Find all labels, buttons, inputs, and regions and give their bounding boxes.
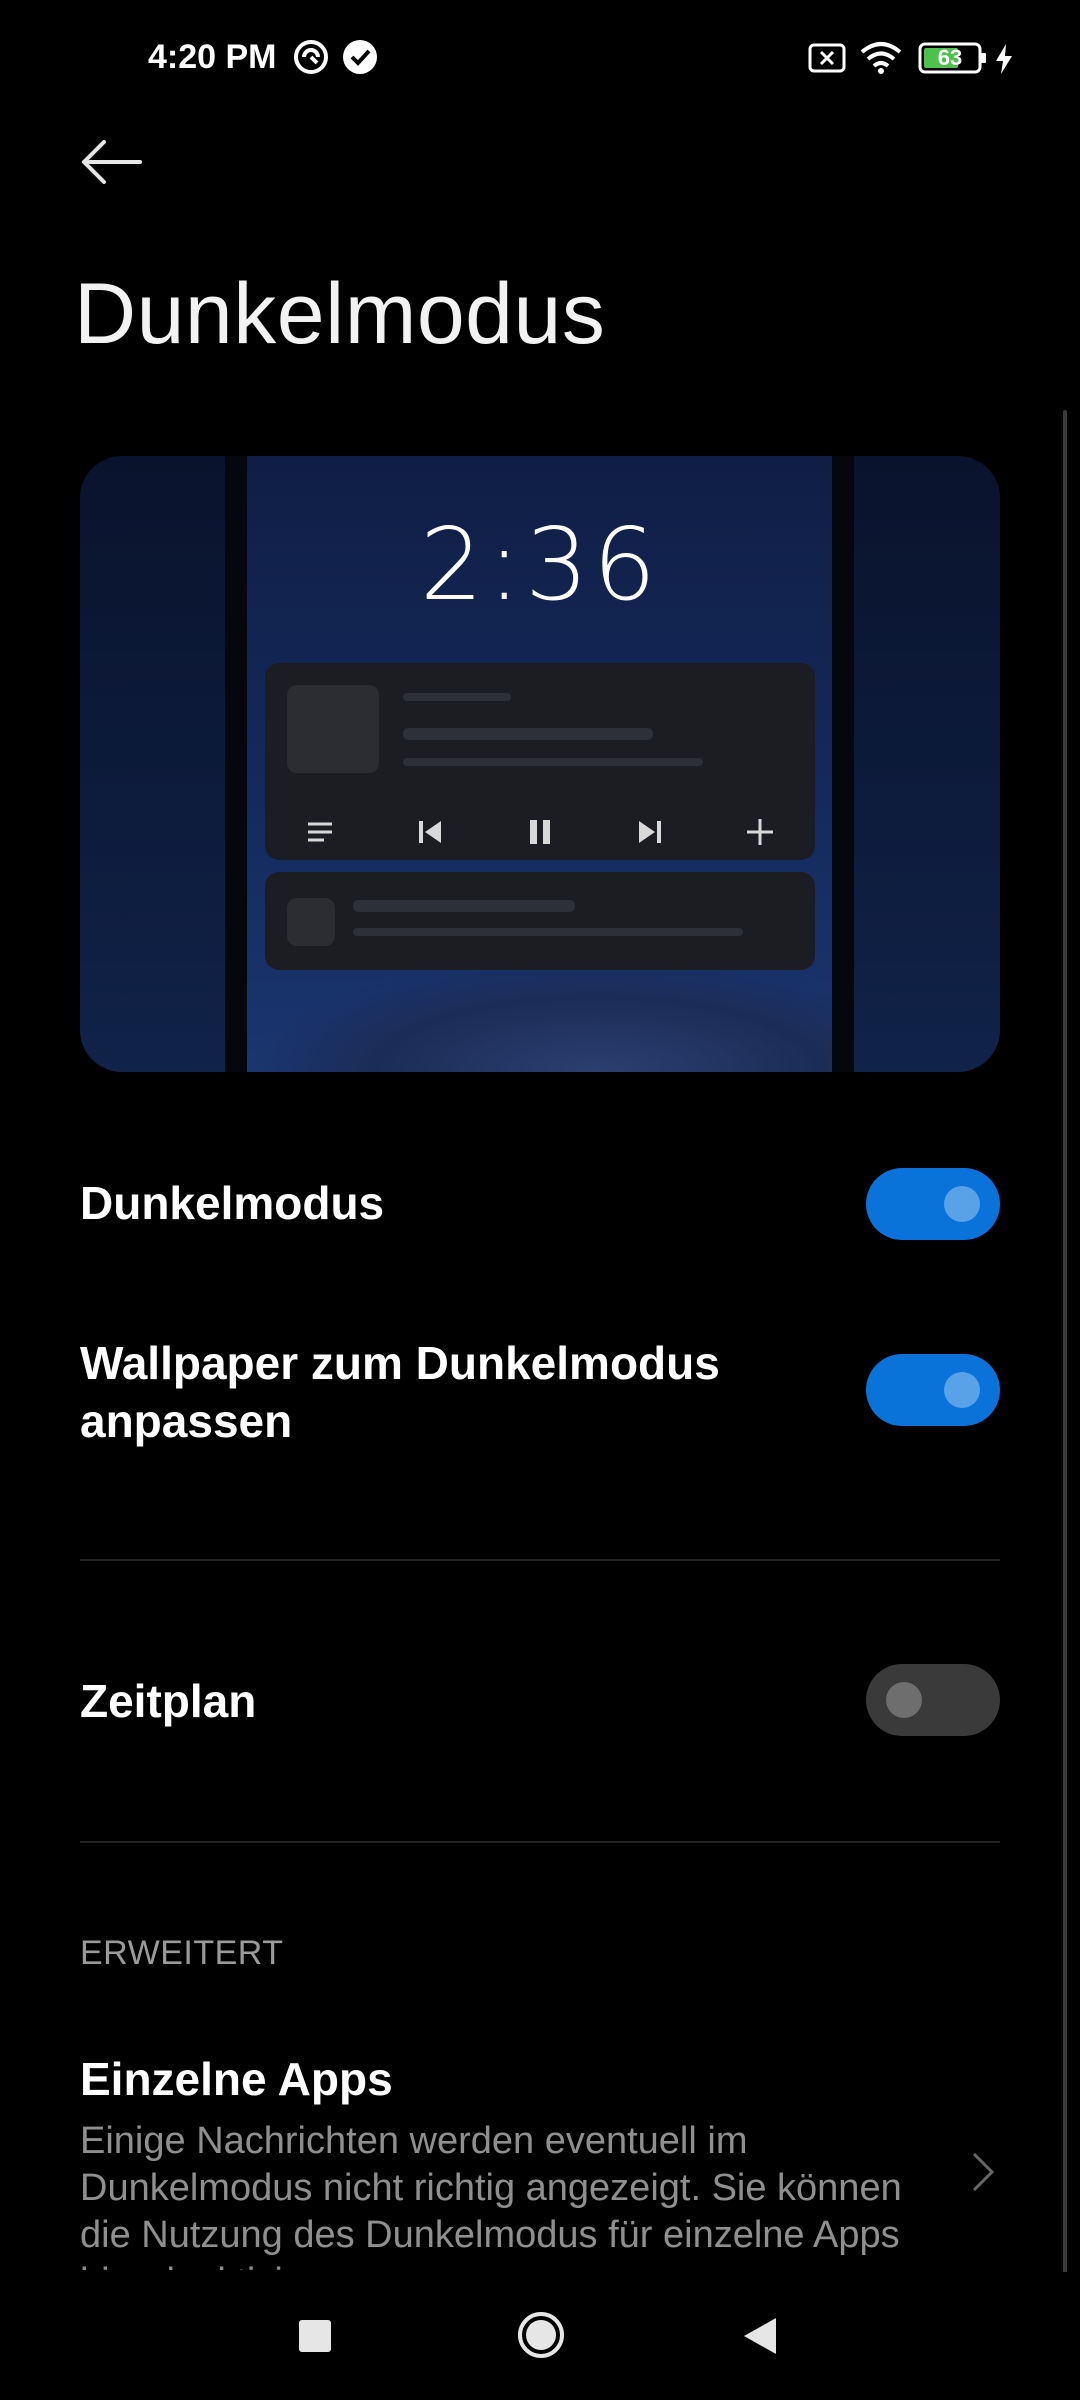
- preview-text-line: [353, 928, 743, 936]
- individual-apps-description: Einige Nachrichten werden eventuell im D…: [80, 2120, 902, 2270]
- schedule-label: Zeitplan: [80, 1675, 257, 1727]
- charging-bolt-icon: [994, 44, 1014, 79]
- preview-text-line: [403, 728, 653, 740]
- preview-text-line: [403, 758, 703, 766]
- previous-icon: [410, 812, 450, 852]
- preview-wallpaper: [247, 956, 832, 1072]
- back-triangle-icon[interactable]: [742, 2316, 778, 2361]
- divider: [80, 1841, 1000, 1843]
- screen: 4:20 PM 63 Dunkelmodus 2:36 Dunkelmodus …: [0, 0, 1080, 2400]
- dark-mode-toggle[interactable]: [866, 1168, 1000, 1240]
- page-title: Dunkelmodus: [74, 266, 606, 362]
- check-circle-icon: [342, 39, 378, 80]
- vpn-icon: [293, 39, 329, 80]
- sim-x-icon: [808, 43, 846, 78]
- dark-mode-label: Dunkelmodus: [80, 1177, 385, 1229]
- preview-text-line: [403, 693, 511, 701]
- chevron-right-icon: [970, 2150, 996, 2199]
- recents-icon[interactable]: [297, 2318, 333, 2359]
- preview-album-art: [287, 685, 379, 773]
- wallpaper-label-line1: Wallpaper zum Dunkelmodus: [80, 1337, 720, 1389]
- arrow-left-icon: [82, 140, 142, 184]
- preview-text-line: [353, 900, 575, 912]
- menu-icon: [300, 812, 340, 852]
- scrollbar[interactable]: [1063, 410, 1067, 2310]
- battery-level: 63: [937, 45, 963, 70]
- preview-clock: 2:36: [419, 506, 661, 623]
- individual-apps-title: Einzelne Apps: [80, 2053, 393, 2105]
- wallpaper-dark-mode-toggle[interactable]: [866, 1354, 1000, 1426]
- preview-app-icon: [287, 898, 335, 946]
- preview-notification: [265, 872, 815, 970]
- back-button[interactable]: [80, 140, 150, 200]
- preview-media-controls: [265, 803, 815, 860]
- preview-music-notification: [265, 663, 815, 860]
- divider: [80, 1559, 1000, 1561]
- next-icon: [630, 812, 670, 852]
- status-bar: 4:20 PM 63: [0, 0, 1080, 120]
- wallpaper-dark-mode-row[interactable]: Wallpaper zum Dunkelmodus anpassen: [80, 1334, 1000, 1454]
- pause-icon: [520, 812, 560, 852]
- navigation-bar: [0, 2272, 1080, 2400]
- plus-icon: [740, 812, 780, 852]
- toggle-knob: [944, 1186, 980, 1222]
- home-icon[interactable]: [516, 2310, 566, 2365]
- status-time: 4:20 PM: [148, 38, 277, 76]
- wallpaper-label-line2: anpassen: [80, 1395, 293, 1447]
- section-header-advanced: ERWEITERT: [80, 1934, 284, 1972]
- battery-icon: 63: [918, 42, 988, 79]
- toggle-knob: [886, 1682, 922, 1718]
- toggle-knob: [944, 1372, 980, 1408]
- schedule-toggle[interactable]: [866, 1664, 1000, 1736]
- schedule-row[interactable]: Zeitplan: [80, 1664, 1000, 1744]
- dark-mode-row[interactable]: Dunkelmodus: [80, 1164, 1000, 1244]
- dark-mode-preview: 2:36: [80, 456, 1000, 1072]
- wifi-icon: [860, 40, 902, 79]
